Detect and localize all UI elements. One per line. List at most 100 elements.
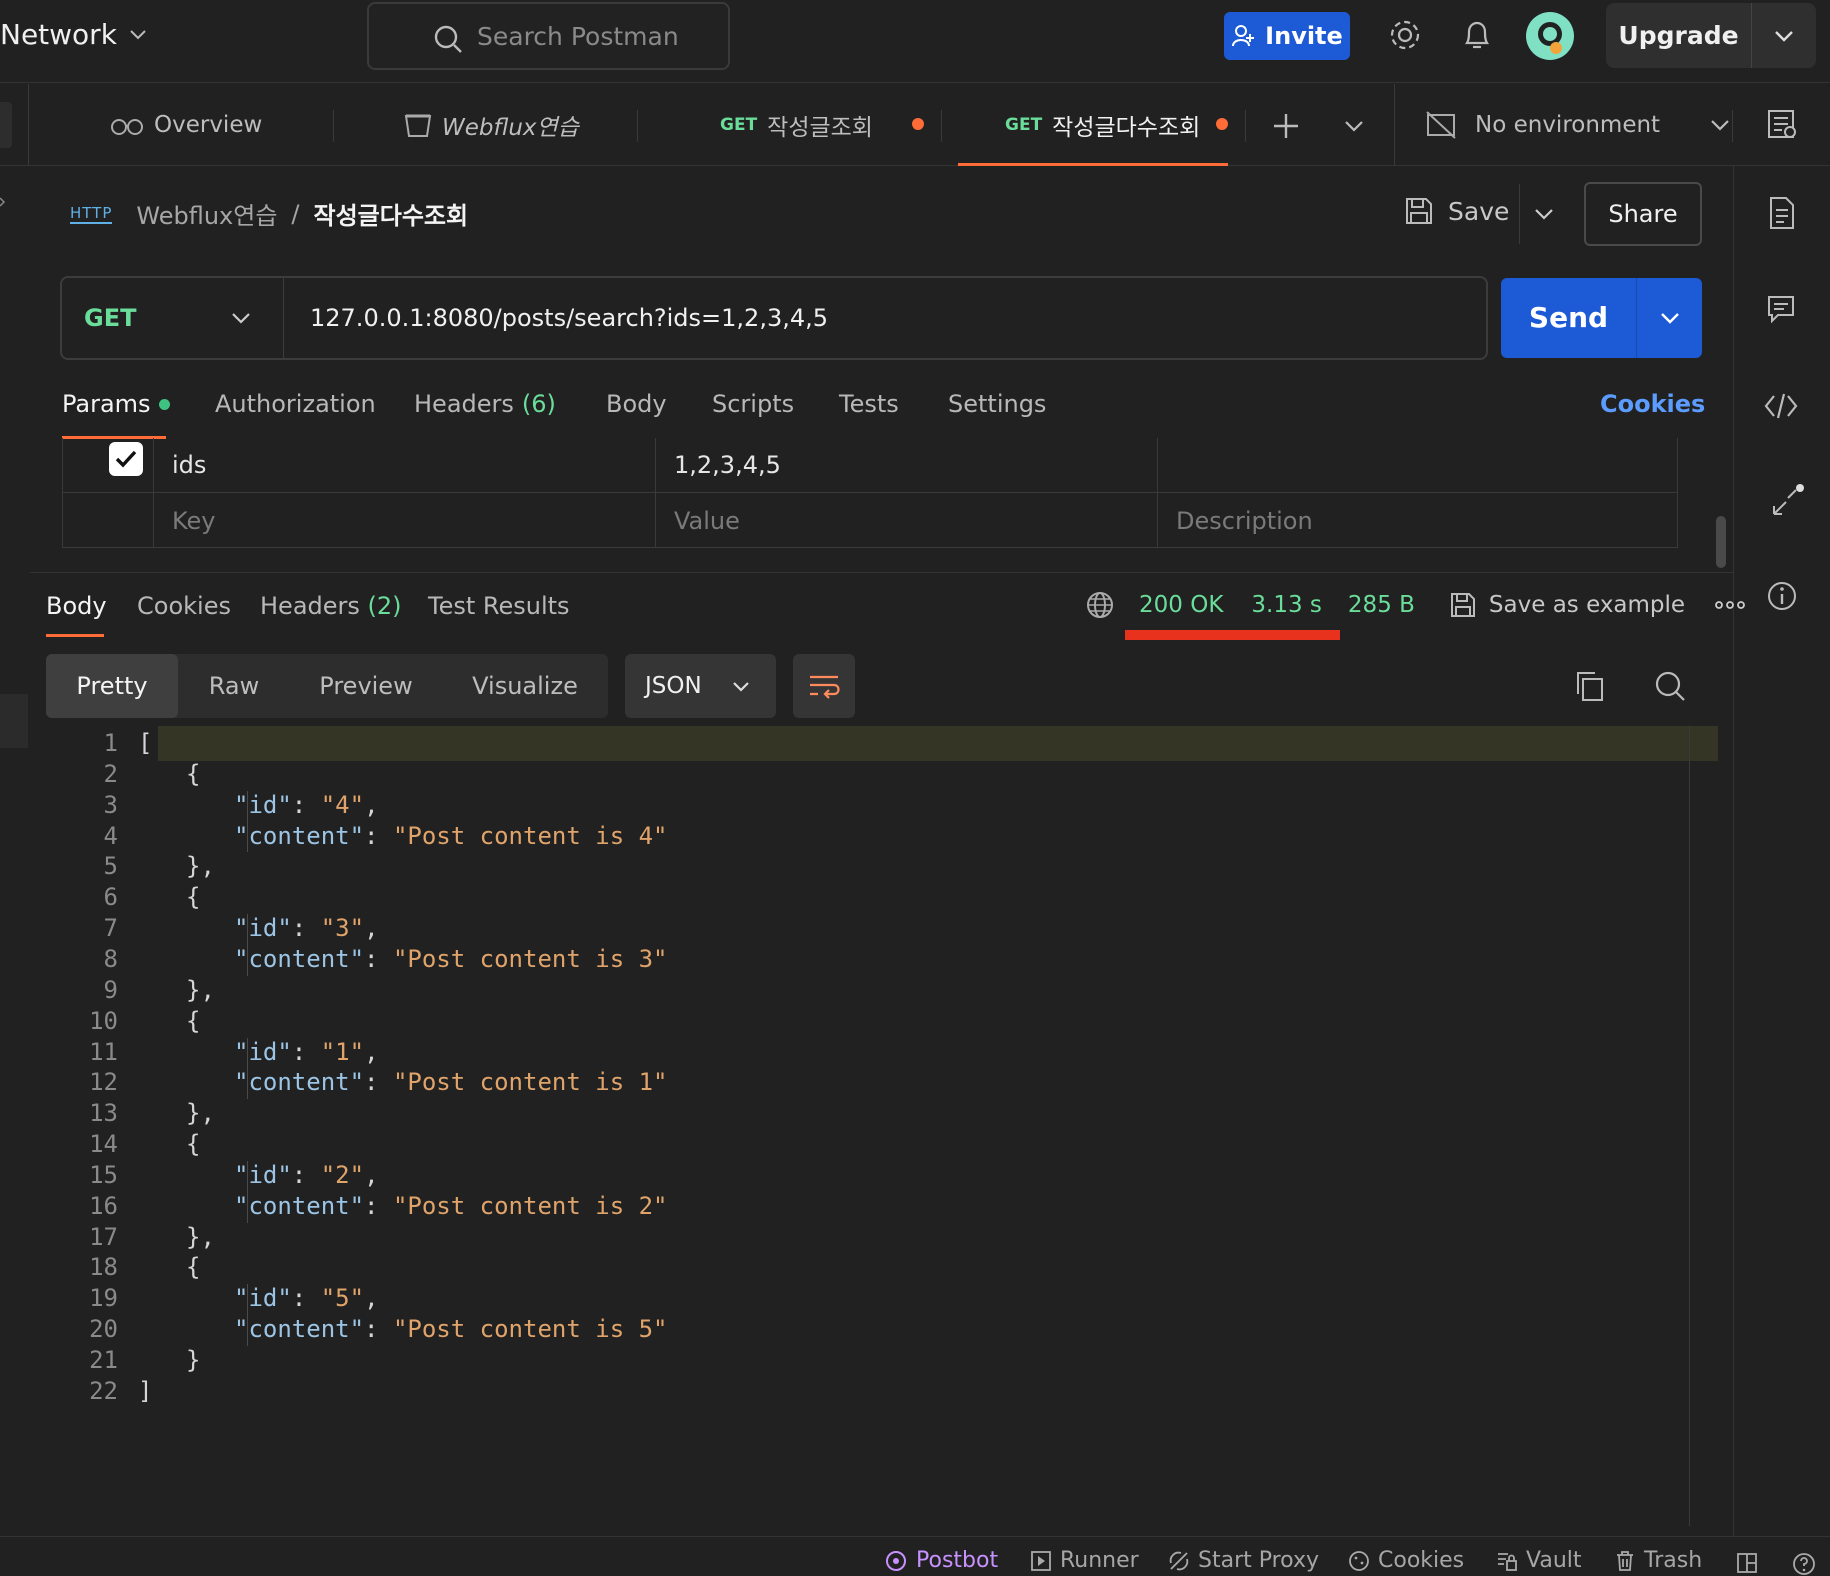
- param-enabled-checkbox[interactable]: [109, 442, 143, 476]
- new-param-value-input[interactable]: Value: [655, 493, 1157, 548]
- params-scrollbar[interactable]: [1716, 516, 1726, 568]
- response-tab-cookies[interactable]: Cookies: [137, 592, 231, 620]
- no-environment-icon: [1425, 110, 1457, 140]
- settings-gear-icon[interactable]: [1388, 18, 1422, 52]
- param-description[interactable]: [1157, 438, 1677, 492]
- share-button[interactable]: Share: [1584, 182, 1702, 246]
- avatar[interactable]: [1526, 12, 1574, 60]
- wrap-lines-button[interactable]: [793, 654, 855, 718]
- search-input[interactable]: Search Postman: [367, 2, 730, 70]
- save-button[interactable]: Save: [1404, 196, 1509, 226]
- collection-icon: [404, 112, 432, 138]
- code-snippet-icon[interactable]: [1764, 392, 1798, 420]
- two-pane-layout-icon[interactable]: [1736, 1552, 1758, 1574]
- response-tab-test-results[interactable]: Test Results: [428, 592, 570, 620]
- left-sidebar-active-marker: [0, 694, 28, 748]
- new-param-description-input[interactable]: Description: [1157, 493, 1677, 548]
- tab-collection[interactable]: Webflux연습: [404, 84, 579, 166]
- tab-params[interactable]: Params: [62, 390, 170, 418]
- tab-authorization[interactable]: Authorization: [215, 390, 376, 418]
- upgrade-button[interactable]: Upgrade: [1606, 3, 1816, 68]
- copy-icon[interactable]: [1574, 670, 1604, 702]
- vault-button[interactable]: Vault: [1496, 1548, 1582, 1573]
- cookies-link[interactable]: Cookies: [1600, 390, 1705, 418]
- tab-strip: Overview Webflux연습 GET 작성글조회 GET 작성글다수조회…: [0, 84, 1830, 166]
- tab-body[interactable]: Body: [606, 390, 667, 418]
- view-mode-visualize[interactable]: Visualize: [442, 654, 608, 718]
- info-icon[interactable]: [1766, 580, 1798, 612]
- footer-label: Trash: [1644, 1548, 1703, 1573]
- environment-label: No environment: [1475, 112, 1661, 138]
- footer-cookies-button[interactable]: Cookies: [1348, 1548, 1464, 1573]
- breadcrumb-current[interactable]: 작성글다수조회: [314, 196, 469, 231]
- search-icon[interactable]: [1654, 670, 1686, 702]
- documentation-icon[interactable]: [1768, 196, 1796, 230]
- response-time[interactable]: 3.13 s: [1251, 592, 1322, 618]
- tab-request-single[interactable]: GET 작성글조회: [720, 84, 873, 166]
- environment-quick-look-icon[interactable]: [1766, 108, 1798, 140]
- view-mode-preview[interactable]: Preview: [290, 654, 442, 718]
- save-options-chevron-down-icon[interactable]: [1534, 208, 1554, 220]
- tab-request-multi[interactable]: GET 작성글다수조회: [1005, 84, 1200, 166]
- comments-icon[interactable]: [1766, 294, 1796, 324]
- save-as-example-button[interactable]: Save as example: [1489, 592, 1685, 618]
- trash-button[interactable]: Trash: [1614, 1548, 1702, 1573]
- invite-button[interactable]: Invite: [1224, 12, 1350, 60]
- tab-count: (6): [521, 390, 556, 418]
- code-line: 22]: [30, 1373, 1720, 1409]
- response-tab-indicator: [46, 634, 104, 637]
- new-tab-plus-icon[interactable]: [1272, 112, 1300, 140]
- tab-headers[interactable]: Headers (6): [414, 390, 556, 418]
- tab-tests[interactable]: Tests: [839, 390, 899, 418]
- line-number: 22: [89, 1376, 118, 1405]
- vault-icon: [1496, 1550, 1518, 1572]
- method-select[interactable]: GET: [62, 278, 284, 358]
- runner-button[interactable]: Runner: [1030, 1548, 1139, 1573]
- right-sidebar-divider: [1733, 166, 1734, 1536]
- tab-list-chevron-down-icon[interactable]: [1344, 120, 1364, 132]
- send-options-chevron-down-icon[interactable]: [1637, 312, 1702, 324]
- unsaved-dot: [1216, 118, 1228, 130]
- environment-selector[interactable]: No environment: [1425, 84, 1730, 166]
- param-key[interactable]: ids: [153, 438, 655, 492]
- postbot-button[interactable]: Postbot: [884, 1548, 998, 1573]
- breadcrumb: HTTP Webflux연습 / 작성글다수조회: [70, 196, 468, 231]
- tab-overview[interactable]: Overview: [110, 84, 262, 166]
- chevron-down-icon[interactable]: [1752, 30, 1816, 42]
- related-collections-icon[interactable]: [1770, 484, 1806, 518]
- start-proxy-button[interactable]: Start Proxy: [1168, 1548, 1319, 1573]
- unsaved-dot: [912, 118, 924, 130]
- new-param-key-input[interactable]: Key: [153, 493, 655, 548]
- sidebar-collapse-handle[interactable]: [0, 102, 12, 148]
- response-body-code[interactable]: 1[2{3 "id": "4", 4 "content": "Post content…: [30, 725, 1720, 1520]
- view-mode-raw[interactable]: Raw: [178, 654, 290, 718]
- response-tab-headers[interactable]: Headers (2): [260, 592, 402, 620]
- param-value[interactable]: 1,2,3,4,5: [655, 438, 1157, 492]
- tab-scripts[interactable]: Scripts: [712, 390, 794, 418]
- response-divider[interactable]: [30, 572, 1733, 573]
- invite-label: Invite: [1265, 22, 1343, 50]
- tab-label: Params: [62, 390, 151, 418]
- help-icon[interactable]: [1792, 1552, 1816, 1576]
- view-mode-pretty[interactable]: Pretty: [46, 654, 178, 718]
- tab-settings[interactable]: Settings: [948, 390, 1046, 418]
- url-input[interactable]: 127.0.0.1:8080/posts/search?ids=1,2,3,4,…: [284, 304, 828, 332]
- workspace-switcher[interactable]: Network: [0, 18, 147, 51]
- response-size[interactable]: 285 B: [1348, 592, 1415, 618]
- response-tab-body[interactable]: Body: [46, 592, 107, 620]
- more-options-icon[interactable]: [1715, 600, 1745, 610]
- notifications-bell-icon[interactable]: [1462, 18, 1492, 52]
- tab-method: GET: [1005, 115, 1043, 135]
- status-code[interactable]: 200 OK: [1139, 592, 1223, 618]
- breadcrumb-parent[interactable]: Webflux연습: [136, 196, 277, 231]
- active-tab-indicator: [958, 163, 1228, 166]
- tab-label: Tests: [839, 390, 899, 418]
- code-text: ]: [138, 1376, 153, 1405]
- format-select[interactable]: JSON: [625, 654, 776, 718]
- globe-icon[interactable]: [1085, 590, 1115, 620]
- left-collapse-marker: [0, 196, 8, 210]
- send-button[interactable]: Send: [1501, 278, 1702, 358]
- tab-label: Webflux연습: [442, 115, 579, 141]
- search-icon: [433, 24, 463, 54]
- response-status-bar: 200 OK 3.13 s 285 B Save as example: [1085, 590, 1745, 620]
